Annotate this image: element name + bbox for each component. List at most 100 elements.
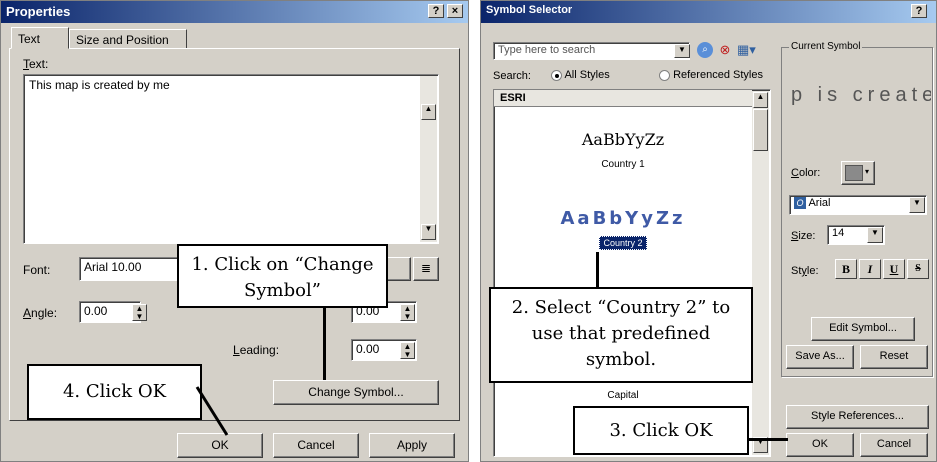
font-select[interactable]: O Arial — [789, 195, 927, 215]
symbol-ok-label: OK — [812, 438, 828, 450]
symbol-name: Country 1 — [601, 159, 645, 170]
search-input[interactable]: Type here to search — [493, 42, 690, 60]
font-type-icon: O — [794, 197, 806, 209]
size-label: Size: — [791, 230, 816, 242]
text-area-scrollbar[interactable]: ▲ ▼ — [420, 76, 437, 242]
change-symbol-button[interactable]: Change Symbol... — [273, 380, 439, 405]
tab-text[interactable]: Text — [11, 27, 69, 49]
radio-referenced-styles-icon — [659, 69, 670, 81]
callout-step-4: 4. Click OK — [27, 364, 202, 420]
symbol-selector-title: Symbol Selector — [486, 4, 573, 16]
callout-step-1: 1. Click on “Change Symbol” — [177, 244, 388, 308]
symbol-selector-titlebar: Symbol Selector — [481, 1, 936, 23]
radio-all-styles-icon — [551, 69, 562, 81]
text-label: Text: — [23, 57, 49, 71]
clear-search-icon[interactable]: ⊗ — [717, 42, 733, 58]
list-scroll-up-icon[interactable]: ▲ — [753, 92, 768, 108]
apply-button[interactable]: Apply — [369, 433, 455, 458]
radio-referenced-styles-label: Referenced Styles — [673, 69, 763, 81]
edit-symbol-button[interactable]: Edit Symbol... — [811, 317, 915, 341]
callout-step-4-text: 4. Click OK — [62, 381, 167, 402]
callout-step-1-line — [323, 307, 326, 380]
edit-symbol-label: Edit Symbol... — [829, 322, 897, 334]
underline-button[interactable]: U — [883, 259, 905, 279]
list-scrollbar[interactable]: ▲ ▼ — [752, 91, 769, 455]
leading-label: Leading: — [233, 343, 280, 357]
color-label: Color: — [791, 167, 821, 179]
character-spacing-spinner[interactable]: ▲ ▼ — [400, 304, 415, 321]
angle-spinner[interactable]: ▲ ▼ — [132, 304, 147, 321]
callout-step-2: 2. Select “Country 2” to use that predef… — [489, 287, 753, 383]
symbol-sample: AaBbYyZz — [581, 130, 665, 149]
font-select-value: Arial — [808, 197, 831, 209]
italic-button[interactable]: I — [859, 259, 881, 279]
style-references-label: Style References... — [811, 410, 904, 422]
symbol-list: ESRI ▲ ▼ AaBbYyZz Country 1 AaBbYyZz Cou… — [493, 89, 771, 457]
style-label: Style: — [791, 265, 819, 277]
callout-step-2-text: 2. Select “Country 2” to use that predef… — [511, 297, 731, 370]
callout-step-4-line — [195, 386, 229, 436]
symbol-cancel-label: Cancel — [876, 438, 912, 450]
change-symbol-label: Change Symbol... — [308, 385, 404, 399]
radio-referenced-styles[interactable]: Referenced Styles — [659, 69, 763, 81]
list-item-selected[interactable]: AaBbYyZz Country 2 — [494, 208, 752, 268]
callout-step-1-text: 1. Click on “Change Symbol” — [191, 254, 374, 301]
symbol-cancel-button[interactable]: Cancel — [860, 433, 928, 457]
search-dropdown-button[interactable]: ▼ — [674, 44, 690, 58]
text-area[interactable]: This map is created by me — [23, 74, 439, 244]
bold-button[interactable]: B — [835, 259, 857, 279]
symbol-sample: AaBbYyZz — [560, 208, 686, 229]
justify-button[interactable]: ≣ — [413, 257, 439, 281]
font-value: Arial 10.00 — [84, 260, 142, 274]
chevron-down-icon: ▾ — [865, 167, 870, 176]
list-header: ESRI — [494, 90, 752, 107]
symbol-name-selected: Country 2 — [494, 235, 752, 250]
reset-button[interactable]: Reset — [860, 345, 928, 369]
scroll-up-icon[interactable]: ▲ — [421, 104, 436, 120]
leading-spinner[interactable]: ▲ ▼ — [400, 342, 415, 359]
scroll-down-icon[interactable]: ▼ — [421, 224, 436, 240]
color-swatch — [845, 165, 863, 181]
cancel-button[interactable]: Cancel — [273, 433, 359, 458]
search-icon[interactable]: ⌕ — [697, 42, 713, 58]
callout-step-2-line — [596, 252, 599, 288]
strikethrough-button[interactable]: S — [907, 259, 929, 279]
italic-toggle-button[interactable] — [387, 257, 411, 281]
color-picker-button[interactable]: ▾ — [841, 161, 875, 185]
symbol-selector-dialog: Symbol Selector ? Type here to search ▼ … — [480, 0, 937, 462]
font-label: Font: — [23, 263, 51, 277]
ok-label: OK — [211, 438, 229, 452]
radio-all-styles[interactable]: All Styles — [551, 69, 610, 81]
justify-icon: ≣ — [420, 261, 432, 275]
callout-step-3-text: 3. Click OK — [609, 420, 713, 441]
current-symbol-preview: p is createc — [791, 84, 931, 106]
text-area-value: This map is created by me — [29, 78, 170, 92]
list-header-label: ESRI — [500, 92, 526, 104]
tab-text-label: Text — [18, 32, 41, 46]
symbol-ok-button[interactable]: OK — [786, 433, 854, 457]
search-placeholder: Type here to search — [498, 44, 596, 56]
style-references-button[interactable]: Style References... — [786, 405, 929, 429]
save-as-button[interactable]: Save As... — [786, 345, 854, 369]
tab-size-and-position[interactable]: Size and Position — [69, 29, 187, 49]
font-field: Arial 10.00 — [79, 257, 189, 281]
angle-label: Angle: — [23, 306, 58, 320]
callout-step-3: 3. Click OK — [573, 406, 749, 455]
symbol-name: Capital — [607, 390, 639, 401]
list-item[interactable]: AaBbYyZz Country 1 — [494, 130, 752, 190]
angle-value: 0.00 — [84, 304, 108, 318]
apply-label: Apply — [396, 438, 428, 452]
radio-all-styles-label: All Styles — [564, 69, 610, 81]
help-button[interactable]: ? — [428, 4, 444, 18]
close-button[interactable]: × — [447, 4, 463, 18]
size-value: 14 — [832, 227, 845, 239]
list-scroll-thumb[interactable] — [753, 109, 768, 151]
tab-size-label: Size and Position — [76, 33, 169, 47]
callout-step-3-line — [748, 438, 788, 441]
current-symbol-label: Current Symbol — [789, 41, 863, 52]
font-dropdown-button[interactable]: ▼ — [909, 197, 925, 213]
size-dropdown-button[interactable]: ▼ — [867, 227, 883, 243]
symbol-help-button[interactable]: ? — [911, 4, 927, 18]
save-as-label: Save As... — [795, 350, 845, 362]
view-options-icon[interactable]: ▦▾ — [737, 41, 759, 59]
